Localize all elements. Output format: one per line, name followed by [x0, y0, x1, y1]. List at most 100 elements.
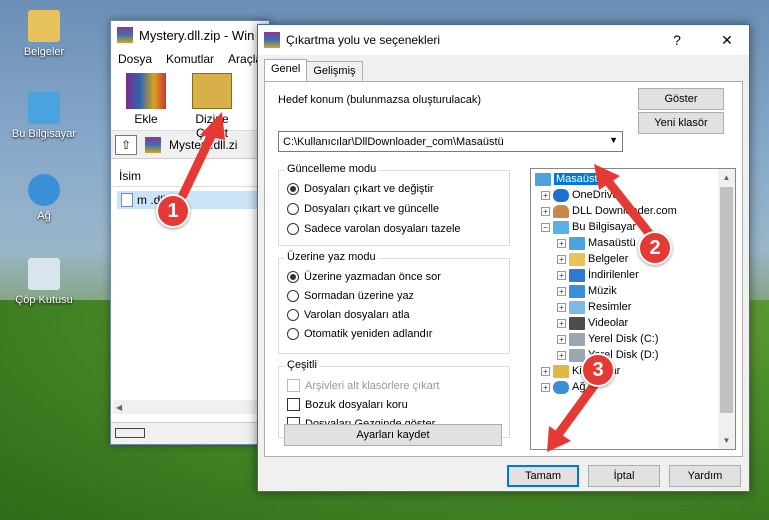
tree-item-pc-desktop[interactable]: + Masaüstü: [557, 235, 636, 251]
expand-icon[interactable]: +: [541, 206, 550, 216]
tree-item-label: Müzik: [588, 285, 617, 297]
extract-to-button[interactable]: Dizine Çıkart: [183, 73, 241, 140]
desktop-icon-label: Belgeler: [23, 46, 65, 58]
expand-icon[interactable]: +: [557, 302, 566, 312]
expand-icon[interactable]: +: [557, 350, 566, 360]
menu-item-commands[interactable]: Komutlar: [166, 52, 214, 66]
expand-icon[interactable]: +: [541, 366, 550, 376]
collapse-icon[interactable]: −: [541, 222, 550, 232]
network-icon: [553, 380, 569, 394]
tree-item-network[interactable]: + Ağ: [541, 379, 585, 395]
scrollbar-thumb[interactable]: [720, 187, 733, 413]
column-header-name[interactable]: İsim: [111, 165, 269, 187]
disk-icon: [569, 332, 585, 346]
update-mode-title: Güncelleme modu: [285, 163, 379, 175]
option-label: Otomatik yeniden adlandır: [304, 328, 433, 340]
tree-item-this-pc[interactable]: − Bu Bilgisayar: [541, 219, 636, 235]
extract-folder-icon: [192, 73, 232, 109]
dialog-titlebar[interactable]: Çıkartma yolu ve seçenekleri ? ✕: [258, 25, 749, 55]
tree-item-label: Masaüstü: [588, 237, 636, 249]
horizontal-scrollbar[interactable]: ◀: [113, 400, 267, 414]
scroll-up-icon[interactable]: ▲: [718, 169, 735, 186]
tab-general[interactable]: Genel: [264, 59, 308, 81]
overwrite-option-ask[interactable]: Üzerine yazmadan önce sor: [287, 271, 441, 283]
tree-item-label: Belgeler: [588, 253, 629, 265]
tree-item-label: Yerel Disk (C:): [588, 333, 659, 345]
misc-option-keep-broken[interactable]: Bozuk dosyaları koru: [287, 398, 408, 411]
tree-item-pictures[interactable]: + Resimler: [557, 299, 631, 315]
update-option-extract-replace[interactable]: Dosyaları çıkart ve değiştir: [287, 183, 434, 195]
expand-icon[interactable]: +: [541, 190, 550, 200]
new-folder-button[interactable]: Yeni klasör: [638, 112, 724, 134]
expand-icon[interactable]: +: [557, 318, 566, 328]
tree-item-disk-c[interactable]: + Yerel Disk (C:): [557, 331, 659, 347]
menu-item-file[interactable]: Dosya: [118, 52, 152, 66]
tree-item-documents[interactable]: + Belgeler: [557, 251, 628, 267]
winrar-statusbar: [111, 422, 269, 444]
radio-button[interactable]: [287, 309, 299, 321]
folder-tree[interactable]: Masaüstü + OneDrive + DLL Downloader.com…: [530, 168, 736, 450]
help-button[interactable]: Yardım: [669, 465, 741, 487]
documents-icon: [569, 252, 585, 266]
chevron-down-icon[interactable]: ▼: [609, 135, 618, 145]
save-settings-button[interactable]: Ayarları kaydet: [284, 424, 502, 446]
show-button[interactable]: Göster: [638, 88, 724, 110]
dialog-title: Çıkartma yolu ve seçenekleri: [286, 33, 441, 47]
expand-icon[interactable]: +: [557, 254, 566, 264]
radio-button[interactable]: [287, 203, 299, 215]
ok-button[interactable]: Tamam: [507, 465, 579, 487]
libraries-icon: [553, 364, 569, 378]
pictures-icon: [569, 300, 585, 314]
archive-icon: [145, 136, 161, 153]
tree-item-music[interactable]: + Müzik: [557, 283, 617, 299]
add-button[interactable]: Ekle: [117, 73, 175, 126]
tree-item-label: OneDrive: [572, 189, 619, 201]
tree-item-videos[interactable]: + Videolar: [557, 315, 628, 331]
update-option-extract-update[interactable]: Dosyaları çıkart ve güncelle: [287, 203, 439, 215]
desktop-icon-label: Bu Bilgisayar: [11, 128, 77, 140]
desktop-icon-label: Ağ: [37, 210, 51, 222]
tree-item-user[interactable]: + DLL Downloader.com: [541, 203, 677, 219]
tree-item-downloads[interactable]: + İndirilenler: [557, 267, 639, 283]
tree-item-label: İndirilenler: [588, 269, 639, 281]
expand-icon[interactable]: +: [557, 286, 566, 296]
tree-item-desktop-root[interactable]: Masaüstü: [535, 171, 606, 187]
overwrite-option-skip[interactable]: Varolan dosyaları atla: [287, 309, 410, 321]
destination-path-value: C:\Kullanıcılar\DllDownloader_com\Masaüs…: [283, 135, 504, 148]
expand-icon[interactable]: +: [557, 238, 566, 248]
expand-icon[interactable]: +: [557, 270, 566, 280]
radio-button[interactable]: [287, 328, 299, 340]
checkbox: [287, 379, 300, 392]
up-folder-button[interactable]: ⇧: [115, 134, 137, 155]
desktop-icon-network[interactable]: Ağ: [4, 174, 84, 222]
desktop-icon-this-pc[interactable]: Bu Bilgisayar: [4, 92, 84, 140]
option-label: Sadece varolan dosyaları tazele: [304, 223, 461, 235]
radio-button[interactable]: [287, 183, 299, 195]
expand-icon[interactable]: +: [541, 382, 550, 392]
tree-item-label: Masaüstü: [554, 173, 606, 185]
misc-option-subfolders: Arşivleri alt klasörlere çıkart: [287, 379, 439, 392]
overwrite-option-without-prompt[interactable]: Sormadan üzerine yaz: [287, 290, 414, 302]
cancel-button[interactable]: İptal: [588, 465, 660, 487]
winrar-titlebar[interactable]: Mystery.dll.zip - Win: [111, 21, 269, 49]
expand-icon[interactable]: +: [557, 334, 566, 344]
overwrite-option-rename[interactable]: Otomatik yeniden adlandır: [287, 328, 432, 340]
general-tab-panel: Hedef konum (bulunmazsa oluşturulacak) C…: [264, 81, 743, 457]
drive-status-icon: [115, 428, 145, 438]
update-option-refresh-existing[interactable]: Sadece varolan dosyaları tazele: [287, 223, 461, 235]
help-icon[interactable]: ?: [655, 25, 699, 55]
tree-item-onedrive[interactable]: + OneDrive: [541, 187, 618, 203]
scroll-down-icon[interactable]: ▼: [718, 432, 735, 449]
option-label: Üzerine yazmadan önce sor: [304, 271, 441, 283]
tree-vertical-scrollbar[interactable]: ▲ ▼: [718, 169, 735, 449]
desktop-icon-recycle-bin[interactable]: Çöp Kutusu: [4, 258, 84, 306]
radio-button[interactable]: [287, 290, 299, 302]
option-label: Arşivleri alt klasörlere çıkart: [305, 379, 440, 392]
desktop-icon-documents[interactable]: Belgeler: [4, 10, 84, 58]
destination-path-combobox[interactable]: C:\Kullanıcılar\DllDownloader_com\Masaüs…: [278, 131, 623, 152]
radio-button[interactable]: [287, 271, 299, 283]
close-icon[interactable]: ✕: [705, 25, 749, 55]
checkbox[interactable]: [287, 398, 300, 411]
radio-button[interactable]: [287, 223, 299, 235]
tab-advanced[interactable]: Gelişmiş: [306, 61, 363, 81]
